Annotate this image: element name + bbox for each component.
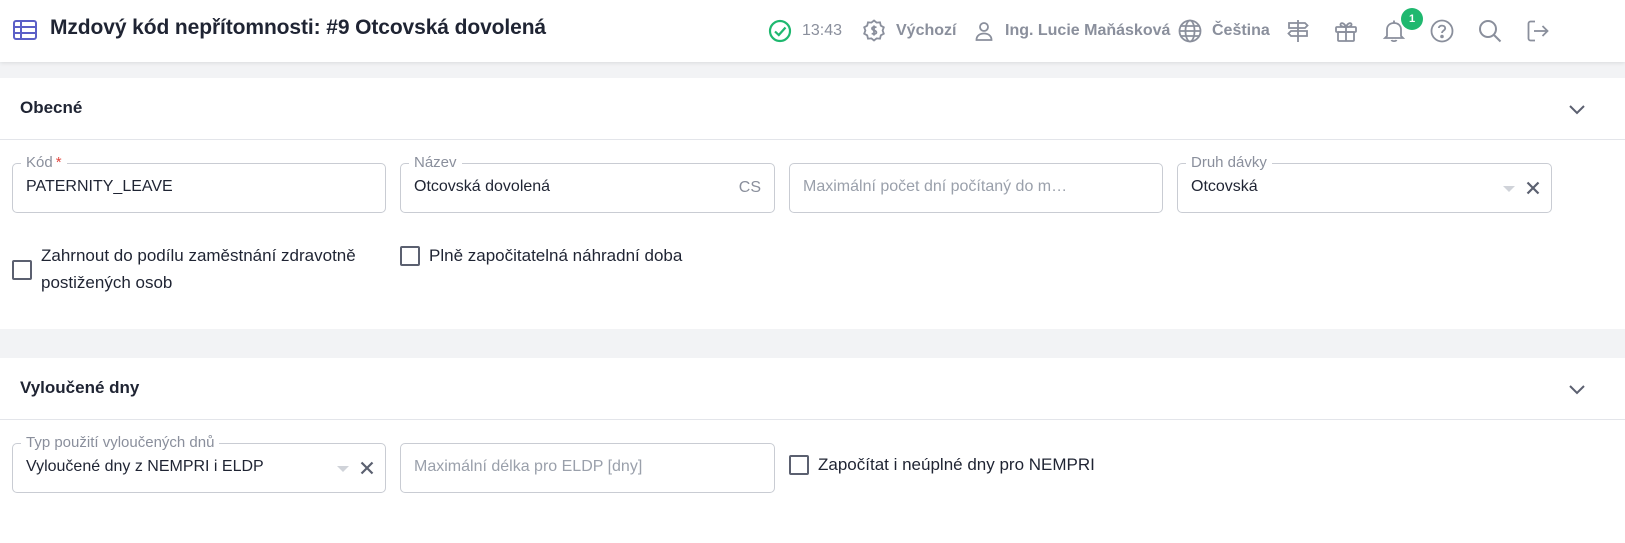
max-eldp-field[interactable]: Maximální délka pro ELDP [dny] bbox=[400, 443, 775, 493]
clear-icon[interactable] bbox=[1523, 178, 1543, 198]
section-excluded-days-title: Vyloučené dny bbox=[20, 378, 140, 397]
max-days-field[interactable]: Maximální počet dní počítaný do m… bbox=[789, 163, 1163, 213]
benefit-type-label: Druh dávky bbox=[1186, 154, 1272, 172]
signpost-icon[interactable] bbox=[1284, 17, 1312, 45]
currency-profile-label: Výchozí bbox=[896, 22, 957, 39]
check-circle-icon bbox=[767, 18, 793, 44]
sync-status[interactable]: 13:43 bbox=[767, 0, 842, 62]
benefit-type-select[interactable]: Druh dávky Otcovská bbox=[1177, 154, 1552, 213]
user-menu-button[interactable]: Ing. Lucie Maňásková bbox=[972, 0, 1170, 62]
search-icon[interactable] bbox=[1476, 17, 1504, 45]
excluded-days-type-value: Vyloučené dny z NEMPRI i ELDP bbox=[26, 458, 264, 475]
checkbox-substitute-time-label: Plně započitatelná náhradní doba bbox=[429, 246, 683, 265]
excluded-days-type-select[interactable]: Typ použití vyloučených dnů Vyloučené dn… bbox=[12, 434, 386, 493]
dropdown-caret-icon[interactable] bbox=[1503, 186, 1515, 192]
checkbox-disabled-share-box[interactable] bbox=[12, 260, 32, 280]
logout-icon[interactable] bbox=[1524, 17, 1552, 45]
chevron-down-icon[interactable] bbox=[1565, 377, 1589, 401]
clear-icon[interactable] bbox=[357, 458, 377, 478]
language-label: Čeština bbox=[1212, 22, 1270, 39]
excluded-days-type-label: Typ použití vyloučených dnů bbox=[21, 434, 220, 452]
top-bar: Mzdový kód nepřítomnosti: #9 Otcovská do… bbox=[0, 0, 1625, 62]
checkbox-incomplete-days-box[interactable] bbox=[789, 455, 809, 475]
gift-icon[interactable] bbox=[1332, 17, 1360, 45]
bell-icon[interactable] bbox=[1380, 17, 1408, 45]
checkbox-incomplete-days-label: Započítat i neúplné dny pro NEMPRI bbox=[818, 455, 1095, 474]
name-field-value: Otcovská dovolená bbox=[414, 178, 551, 195]
checkbox-disabled-share-label: Zahrnout do podílu zaměstnání zdravotně … bbox=[41, 246, 356, 292]
clock-time: 13:43 bbox=[802, 22, 843, 39]
checkbox-incomplete-days[interactable]: Započítat i neúplné dny pro NEMPRI bbox=[789, 451, 1189, 478]
name-field[interactable]: Název Otcovská dovolená CS bbox=[400, 154, 775, 213]
code-field[interactable]: Kód * PATERNITY_LEAVE bbox=[12, 154, 386, 213]
max-days-placeholder: Maximální počet dní počítaný do m… bbox=[803, 178, 1068, 195]
dropdown-caret-icon[interactable] bbox=[337, 466, 349, 472]
max-eldp-placeholder: Maximální délka pro ELDP [dny] bbox=[414, 458, 643, 475]
language-suffix[interactable]: CS bbox=[739, 179, 761, 197]
checkbox-disabled-share[interactable]: Zahrnout do podílu zaměstnání zdravotně … bbox=[12, 242, 372, 296]
section-excluded-days-header[interactable]: Vyloučené dny bbox=[0, 358, 1625, 420]
chevron-down-icon[interactable] bbox=[1565, 97, 1589, 121]
required-mark: * bbox=[55, 154, 62, 171]
checkbox-substitute-time[interactable]: Plně započitatelná náhradní doba bbox=[400, 242, 760, 269]
table-icon bbox=[12, 17, 38, 43]
code-field-value: PATERNITY_LEAVE bbox=[26, 178, 173, 195]
globe-icon bbox=[1177, 18, 1203, 44]
section-general-title: Obecné bbox=[20, 98, 83, 117]
language-button[interactable]: Čeština bbox=[1177, 0, 1270, 62]
currency-profile-button[interactable]: Výchozí bbox=[861, 0, 956, 62]
name-field-label: Název bbox=[409, 154, 462, 172]
checkbox-substitute-time-box[interactable] bbox=[400, 246, 420, 266]
user-name: Ing. Lucie Maňásková bbox=[1005, 22, 1171, 39]
section-general-header[interactable]: Obecné bbox=[0, 78, 1625, 140]
section-general: Obecné Kód * PATERNITY_LEAVE Název Otcovs… bbox=[0, 78, 1625, 329]
code-field-label: Kód bbox=[26, 154, 53, 171]
money-icon bbox=[861, 18, 887, 44]
user-icon bbox=[972, 19, 996, 43]
help-icon[interactable] bbox=[1428, 17, 1456, 45]
page-title: Mzdový kód nepřítomnosti: #9 Otcovská do… bbox=[50, 16, 546, 39]
benefit-type-value: Otcovská bbox=[1191, 178, 1258, 195]
section-excluded-days: Vyloučené dny Typ použití vyloučených dn… bbox=[0, 358, 1625, 543]
